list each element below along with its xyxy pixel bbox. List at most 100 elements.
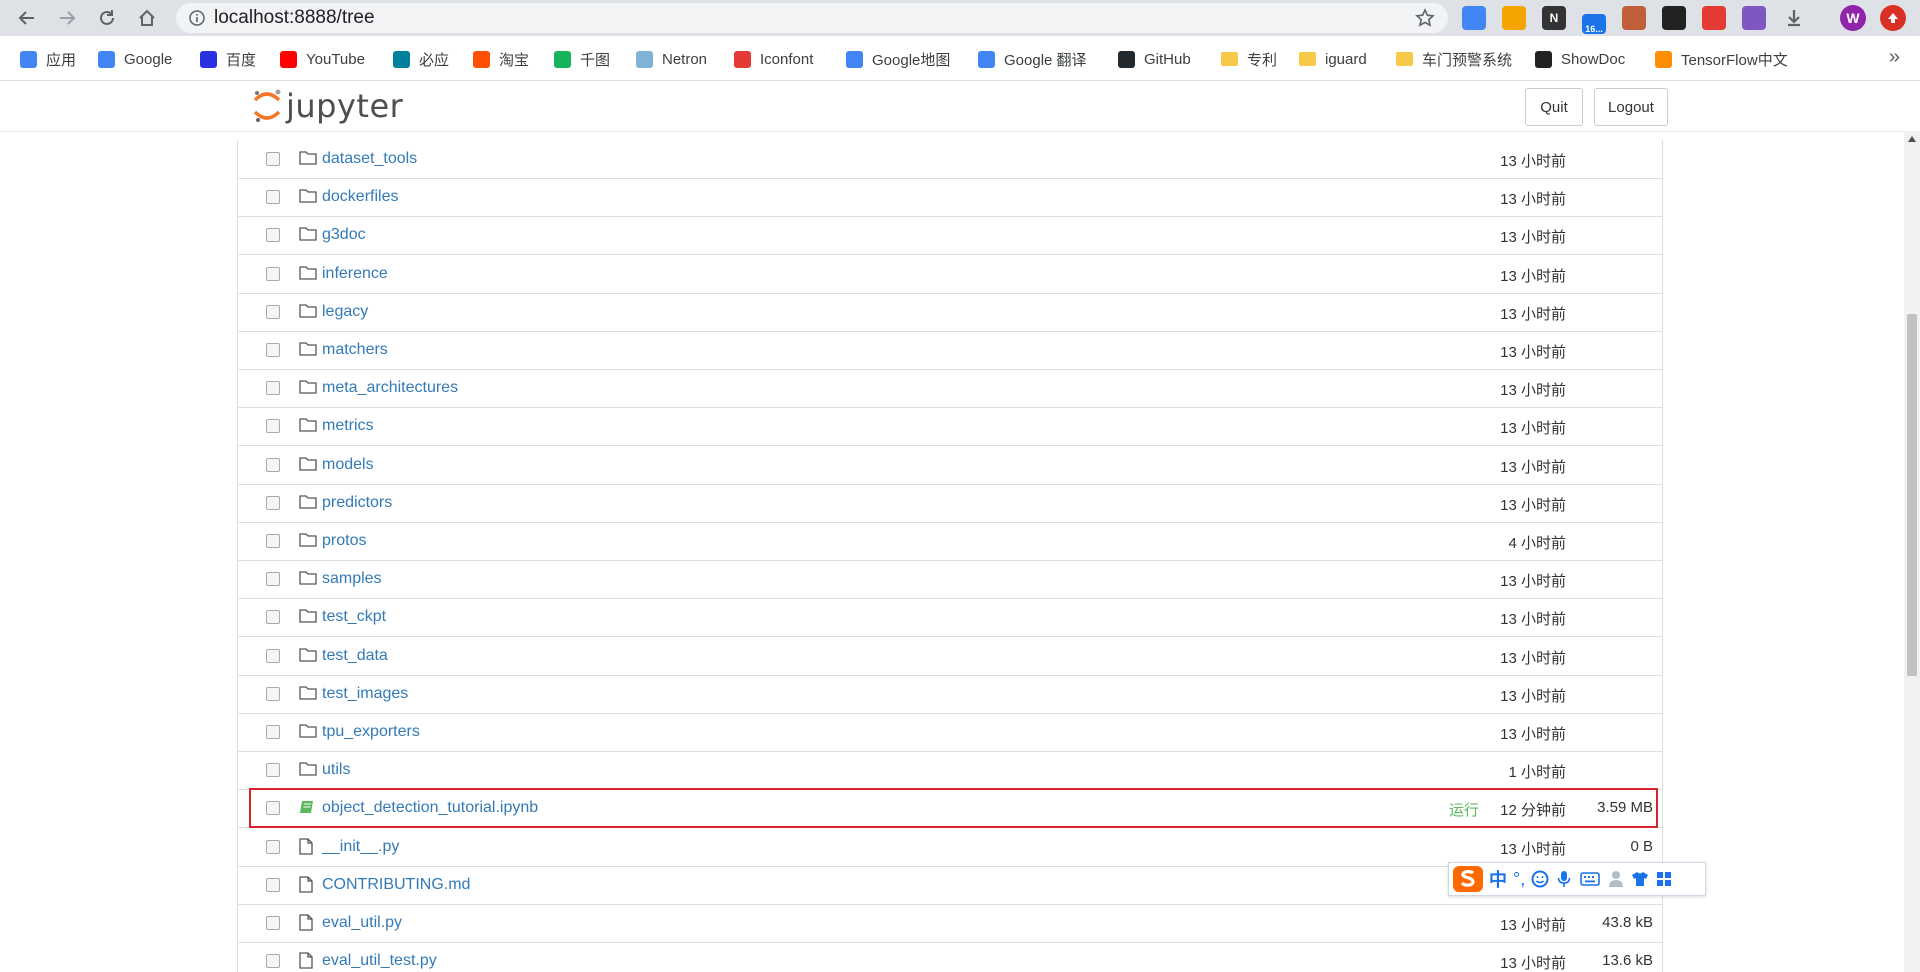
row-checkbox[interactable] — [266, 839, 280, 854]
row-checkbox[interactable] — [266, 916, 280, 930]
file-name-link[interactable]: test_images — [322, 685, 408, 703]
logout-button[interactable]: Logout — [1594, 88, 1668, 126]
file-name-link[interactable]: legacy — [322, 303, 368, 321]
row-checkbox[interactable] — [266, 457, 280, 472]
row-checkbox[interactable] — [266, 190, 280, 205]
row-checkbox[interactable] — [266, 648, 280, 663]
skin-shirt-icon[interactable] — [1631, 870, 1649, 888]
file-name-link[interactable]: utils — [322, 761, 350, 779]
file-name-link[interactable]: CONTRIBUTING.md — [322, 876, 470, 894]
file-row: g3doc 13 小时前 — [238, 216, 1662, 256]
bookmark-item[interactable]: 千图 — [554, 48, 610, 70]
row-checkbox[interactable] — [266, 304, 280, 319]
bookmark-item[interactable]: iguard — [1299, 48, 1367, 70]
reload-button[interactable] — [92, 3, 122, 33]
infinity-icon[interactable] — [1502, 6, 1526, 30]
row-checkbox[interactable] — [266, 343, 280, 357]
file-name-link[interactable]: inference — [322, 265, 388, 283]
row-checkbox[interactable] — [266, 572, 280, 587]
file-name-link[interactable]: test_ckpt — [322, 608, 386, 626]
keyboard-icon[interactable] — [1579, 870, 1601, 888]
microphone-icon[interactable] — [1555, 870, 1573, 888]
bookmark-label: Google 翻译 — [1004, 51, 1087, 69]
scrollbar-thumb[interactable] — [1907, 314, 1917, 676]
purple-star-icon[interactable] — [1742, 6, 1766, 30]
row-checkbox[interactable] — [266, 610, 280, 625]
row-checkbox[interactable] — [266, 686, 280, 701]
file-name-link[interactable]: tpu_exporters — [322, 723, 420, 741]
home-button[interactable] — [132, 3, 162, 33]
bookmark-item[interactable]: Netron — [636, 48, 707, 70]
file-name-link[interactable]: metrics — [322, 417, 374, 435]
profile-avatar[interactable]: W — [1840, 5, 1866, 31]
row-checkbox[interactable] — [266, 534, 280, 548]
bookmark-item[interactable]: 专利 — [1221, 48, 1277, 70]
bookmark-item[interactable]: 必应 — [393, 48, 449, 70]
translate-icon[interactable] — [1462, 6, 1486, 30]
page-scrollbar[interactable] — [1904, 131, 1920, 972]
notion-icon[interactable]: N — [1542, 6, 1566, 30]
ime-punctuation[interactable]: °, — [1513, 869, 1525, 890]
bookmark-item[interactable]: YouTube — [280, 48, 365, 70]
toolbox-grid-icon[interactable] — [1655, 870, 1673, 888]
file-name-link[interactable]: dockerfiles — [322, 188, 398, 206]
row-checkbox[interactable] — [266, 954, 280, 969]
ime-mode-chinese[interactable]: 中 — [1489, 866, 1507, 892]
file-name-link[interactable]: g3doc — [322, 226, 366, 244]
row-checkbox[interactable] — [266, 801, 280, 816]
row-checkbox[interactable] — [266, 763, 280, 778]
youtube-icon — [280, 50, 297, 68]
file-name-link[interactable]: __init__.py — [322, 838, 399, 856]
row-checkbox[interactable] — [266, 877, 280, 892]
file-name-link[interactable]: predictors — [322, 494, 392, 512]
back-button[interactable] — [12, 3, 42, 33]
bookmark-item[interactable]: Iconfont — [734, 48, 813, 70]
file-name-link[interactable]: eval_util.py — [322, 914, 402, 932]
file-name-link[interactable]: matchers — [322, 341, 388, 359]
bookmark-item[interactable]: Google 翻译 — [978, 48, 1087, 70]
row-checkbox[interactable] — [266, 725, 280, 739]
scroll-up-arrow-icon[interactable] — [1904, 131, 1920, 147]
file-name-link[interactable]: object_detection_tutorial.ipynb — [322, 799, 538, 817]
bookmark-item[interactable]: 车门预警系统 — [1396, 48, 1512, 70]
bookmark-item[interactable]: GitHub — [1118, 48, 1191, 70]
update-icon[interactable] — [1880, 5, 1906, 31]
bookmark-item[interactable]: 百度 — [200, 48, 256, 70]
user-service-icon[interactable] — [1607, 870, 1625, 888]
emoji-icon[interactable] — [1531, 870, 1549, 888]
file-name-link[interactable]: test_data — [322, 647, 388, 665]
row-checkbox[interactable] — [266, 266, 280, 281]
jupyter-logo[interactable]: jupyter — [252, 87, 403, 125]
url-text[interactable]: localhost:8888/tree — [214, 7, 375, 29]
bookmark-item[interactable]: Google — [98, 48, 172, 70]
quit-button[interactable]: Quit — [1525, 88, 1583, 126]
bookmark-item[interactable]: Google地图 — [846, 48, 950, 70]
file-name-link[interactable]: dataset_tools — [322, 150, 417, 168]
row-checkbox[interactable] — [266, 419, 280, 434]
more-bookmarks-button[interactable]: » — [1889, 46, 1900, 69]
refresh-red-icon[interactable] — [1702, 6, 1726, 30]
row-checkbox[interactable] — [266, 495, 280, 510]
file-name-link[interactable]: protos — [322, 532, 366, 550]
row-checkbox[interactable] — [266, 228, 280, 243]
file-name-link[interactable]: eval_util_test.py — [322, 952, 437, 970]
row-checkbox[interactable] — [266, 152, 280, 166]
jupyter-logo-icon — [253, 89, 281, 122]
monkey-icon[interactable] — [1622, 6, 1646, 30]
bookmark-item[interactable]: ShowDoc — [1535, 48, 1625, 70]
bookmark-item[interactable]: TensorFlow中文 — [1655, 48, 1788, 70]
info-icon[interactable] — [188, 9, 206, 27]
file-name-link[interactable]: models — [322, 456, 374, 474]
badge-icon[interactable]: 16... — [1582, 14, 1606, 34]
sogou-logo-icon[interactable] — [1451, 864, 1485, 894]
bookmark-item[interactable]: 应用 — [20, 48, 76, 70]
bookmark-item[interactable]: 淘宝 — [473, 48, 529, 70]
file-name-link[interactable]: meta_architectures — [322, 379, 458, 397]
row-checkbox[interactable] — [266, 381, 280, 396]
file-name-link[interactable]: samples — [322, 570, 382, 588]
download-icon[interactable] — [1782, 6, 1806, 30]
bookmark-star-icon[interactable] — [1414, 7, 1436, 29]
forward-button[interactable] — [52, 3, 82, 33]
address-bar[interactable]: localhost:8888/tree — [176, 3, 1448, 33]
glasses-icon[interactable] — [1662, 6, 1686, 30]
